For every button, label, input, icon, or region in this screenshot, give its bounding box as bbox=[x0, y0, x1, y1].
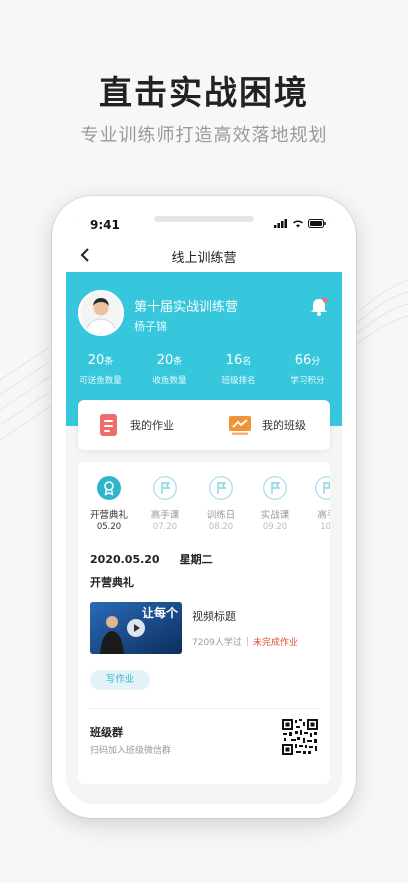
status-time: 9:41 bbox=[90, 218, 120, 232]
timeline-name: 训练日 bbox=[206, 510, 236, 521]
signal-icon bbox=[274, 219, 287, 228]
learner-count: 7209人学过 bbox=[192, 638, 242, 648]
avatar-person-icon bbox=[80, 292, 122, 334]
timeline-date: 08.20 bbox=[208, 522, 234, 532]
stat-value: 66分 bbox=[294, 353, 321, 368]
promo-title: 直击实战困境 bbox=[99, 73, 309, 112]
homework-status: 未完成作业 bbox=[252, 638, 298, 648]
stat-value: 20条 bbox=[156, 353, 183, 368]
stat-label: 班级排名 bbox=[221, 376, 256, 386]
speaker-notch bbox=[154, 216, 254, 222]
page-title: 线上训练营 bbox=[171, 251, 237, 266]
meta-divider bbox=[246, 637, 248, 646]
stat-item[interactable]: 20条 收鱼数量 bbox=[135, 352, 204, 386]
class-group-desc: 扫码加入班级微信群 bbox=[90, 746, 172, 756]
video-thumbnail[interactable]: 让每个 bbox=[90, 602, 182, 654]
timeline-date: 07.20 bbox=[152, 522, 178, 532]
stat-item[interactable]: 20条 可送鱼数量 bbox=[66, 352, 135, 386]
weekday-text: 星期二 bbox=[179, 553, 213, 566]
timeline-date: 05.20 bbox=[96, 522, 122, 532]
timeline-item[interactable]: 开营典礼 05.20 bbox=[86, 476, 132, 532]
stat-label: 收鱼数量 bbox=[152, 376, 187, 386]
quick-actions-card: 我的作业 我的班级 bbox=[78, 400, 330, 450]
thumbnail-caption: 让每个 bbox=[141, 606, 178, 620]
phone-frame: 9:41 线上训练营 第十届实战训练营 杨子锦 20条 可送鱼数量 20条 收鱼… bbox=[52, 196, 356, 818]
stat-label: 学习积分 bbox=[290, 376, 325, 386]
date-text: 2020.05.20 bbox=[90, 553, 160, 566]
selected-date: 2020.05.20 星期二 bbox=[90, 551, 213, 567]
my-homework-label: 我的作业 bbox=[130, 419, 174, 432]
award-icon bbox=[97, 476, 121, 500]
stat-value: 16名 bbox=[225, 353, 252, 368]
flag-icon bbox=[209, 476, 233, 500]
promo-subtitle: 专业训练师打造高效落地规划 bbox=[80, 125, 328, 146]
play-icon[interactable] bbox=[127, 619, 145, 637]
status-bar: 9:41 bbox=[66, 210, 342, 240]
my-homework-button[interactable]: 我的作业 bbox=[98, 400, 174, 450]
user-name: 杨子锦 bbox=[134, 320, 167, 333]
divider bbox=[90, 708, 318, 709]
wifi-icon bbox=[292, 220, 304, 228]
navigation-bar: 线上训练营 bbox=[66, 240, 342, 272]
event-title: 开营典礼 bbox=[90, 576, 134, 589]
my-class-label: 我的班级 bbox=[262, 419, 306, 432]
timeline-name: 实战课 bbox=[260, 510, 290, 521]
stat-item[interactable]: 66分 学习积分 bbox=[273, 352, 342, 386]
status-icons bbox=[274, 219, 326, 228]
stat-value: 20条 bbox=[87, 353, 114, 368]
stats-row: 20条 可送鱼数量 20条 收鱼数量 16名 班级排名 66分 学习积分 bbox=[66, 352, 342, 386]
flag-icon bbox=[315, 476, 330, 500]
video-meta: 7209人学过 未完成作业 bbox=[192, 635, 298, 648]
stat-item[interactable]: 16名 班级排名 bbox=[204, 352, 273, 386]
timeline-name: 高手 bbox=[317, 510, 330, 521]
course-timeline[interactable]: 开营典礼 05.20 高手课 07.20 训练日 08.20 实战课 09.20… bbox=[78, 476, 330, 536]
timeline-item[interactable]: 实战课 09.20 bbox=[252, 476, 298, 532]
timeline-item[interactable]: 高手 10. bbox=[304, 476, 330, 532]
timeline-name: 开营典礼 bbox=[89, 510, 128, 521]
timeline-date: 09.20 bbox=[262, 522, 288, 532]
avatar[interactable] bbox=[78, 290, 124, 336]
app-screen: 9:41 线上训练营 第十届实战训练营 杨子锦 20条 可送鱼数量 20条 收鱼… bbox=[66, 210, 342, 804]
stat-label: 可送鱼数量 bbox=[79, 376, 122, 386]
battery-icon bbox=[308, 219, 326, 228]
timeline-item[interactable]: 高手课 07.20 bbox=[142, 476, 188, 532]
flag-icon bbox=[153, 476, 177, 500]
flag-icon bbox=[263, 476, 287, 500]
bell-icon[interactable] bbox=[308, 296, 330, 318]
timeline-date: 10. bbox=[320, 522, 330, 532]
my-class-button[interactable]: 我的班级 bbox=[228, 400, 306, 450]
write-homework-button[interactable]: 写作业 bbox=[90, 670, 150, 690]
class-chart-icon bbox=[229, 416, 251, 435]
homework-document-icon bbox=[100, 414, 117, 436]
video-title[interactable]: 视频标题 bbox=[192, 608, 236, 624]
timeline-item[interactable]: 训练日 08.20 bbox=[198, 476, 244, 532]
timeline-name: 高手课 bbox=[150, 510, 180, 521]
class-group-title: 班级群 bbox=[90, 726, 123, 739]
camp-name: 第十届实战训练营 bbox=[134, 300, 239, 315]
course-detail-card: 开营典礼 05.20 高手课 07.20 训练日 08.20 实战课 09.20… bbox=[78, 462, 330, 784]
qr-code-icon[interactable] bbox=[281, 718, 319, 756]
